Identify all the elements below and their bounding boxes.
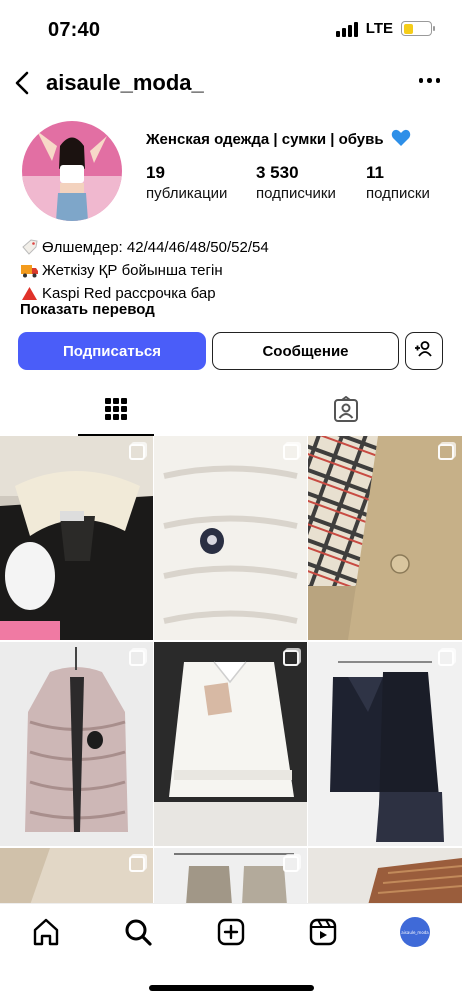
- profile-header: aisaule_moda_: [0, 62, 462, 106]
- truck-icon: [20, 262, 39, 279]
- multi-photo-icon: [438, 444, 454, 460]
- post-tile[interactable]: [154, 642, 307, 846]
- message-button[interactable]: Сообщение: [212, 332, 399, 370]
- grid-icon: [104, 397, 128, 426]
- red-triangle-icon: [20, 285, 39, 302]
- add-person-icon: [414, 340, 434, 362]
- post-tile[interactable]: [0, 848, 153, 905]
- create-icon[interactable]: [213, 914, 249, 950]
- stat-following-value: 11: [366, 163, 384, 182]
- bio-delivery-text: Жеткізу ҚР бойынша тегін: [42, 262, 223, 279]
- bio-line-delivery: Жеткізу ҚР бойынша тегін: [20, 259, 269, 282]
- stat-followers-label: подписчики: [256, 185, 336, 202]
- network-label: LTE: [365, 20, 393, 37]
- battery-level: [403, 23, 413, 34]
- multi-photo-icon: [283, 650, 299, 666]
- posts-grid: [0, 436, 462, 905]
- chevron-left-icon[interactable]: [10, 68, 38, 98]
- tagged-icon: [332, 395, 360, 429]
- home-indicator: [149, 985, 314, 991]
- status-bar: 07:40 LTE: [0, 0, 462, 62]
- tab-tagged[interactable]: [308, 388, 384, 436]
- follow-button[interactable]: Подписаться: [18, 332, 206, 370]
- tab-posts-grid[interactable]: [78, 388, 154, 436]
- profile-display-name: Женская одежда | сумки | обувь: [146, 129, 411, 151]
- profile-icon[interactable]: aisaule_moda: [397, 914, 433, 950]
- show-translation-link[interactable]: Показать перевод: [20, 301, 155, 318]
- multi-photo-icon: [283, 444, 299, 460]
- stat-following-label: подписки: [366, 185, 430, 202]
- post-tile[interactable]: [154, 436, 307, 640]
- stat-following[interactable]: 11 подписки: [366, 163, 430, 205]
- multi-photo-icon: [129, 650, 145, 666]
- stat-followers[interactable]: 3 530 подписчики: [256, 163, 336, 205]
- status-time: 07:40: [48, 19, 101, 41]
- post-tile[interactable]: [308, 642, 462, 846]
- post-tile[interactable]: [154, 848, 307, 905]
- signal-icon: [335, 21, 358, 37]
- blue-heart-icon: [391, 129, 411, 151]
- stat-followers-value: 3 530: [256, 163, 299, 182]
- multi-photo-icon: [129, 856, 145, 872]
- stat-posts-label: публикации: [146, 185, 228, 202]
- bottom-navigation: aisaule_moda: [0, 903, 462, 999]
- multi-photo-icon: [129, 444, 145, 460]
- profile-thumb: aisaule_moda: [400, 917, 430, 947]
- suggest-user-button[interactable]: [405, 332, 443, 370]
- home-icon[interactable]: [28, 914, 64, 950]
- avatar[interactable]: [22, 121, 122, 221]
- post-tile[interactable]: [0, 642, 153, 846]
- more-horizontal-icon[interactable]: [418, 78, 440, 83]
- multi-photo-icon: [438, 650, 454, 666]
- post-tile[interactable]: [308, 848, 462, 905]
- post-tile[interactable]: [308, 436, 462, 640]
- profile-display-name-text: Женская одежда | сумки | обувь: [146, 131, 384, 148]
- search-icon[interactable]: [120, 914, 156, 950]
- tag-icon: [20, 239, 39, 256]
- bio-line-sizes: Өлшемдер: 42/44/46/48/50/52/54: [20, 236, 269, 259]
- stat-posts-value: 19: [146, 163, 165, 182]
- status-indicators: LTE: [335, 20, 435, 37]
- profile-bio: Өлшемдер: 42/44/46/48/50/52/54 Жеткізу Қ…: [20, 236, 269, 305]
- battery-icon: [401, 21, 435, 36]
- profile-username: aisaule_moda_: [46, 70, 204, 95]
- multi-photo-icon: [283, 856, 299, 872]
- profile-tabs: [0, 388, 462, 436]
- bio-sizes-text: Өлшемдер: 42/44/46/48/50/52/54: [42, 239, 269, 256]
- reels-icon[interactable]: [305, 914, 341, 950]
- stat-posts[interactable]: 19 публикации: [146, 163, 227, 205]
- post-tile[interactable]: [0, 436, 153, 640]
